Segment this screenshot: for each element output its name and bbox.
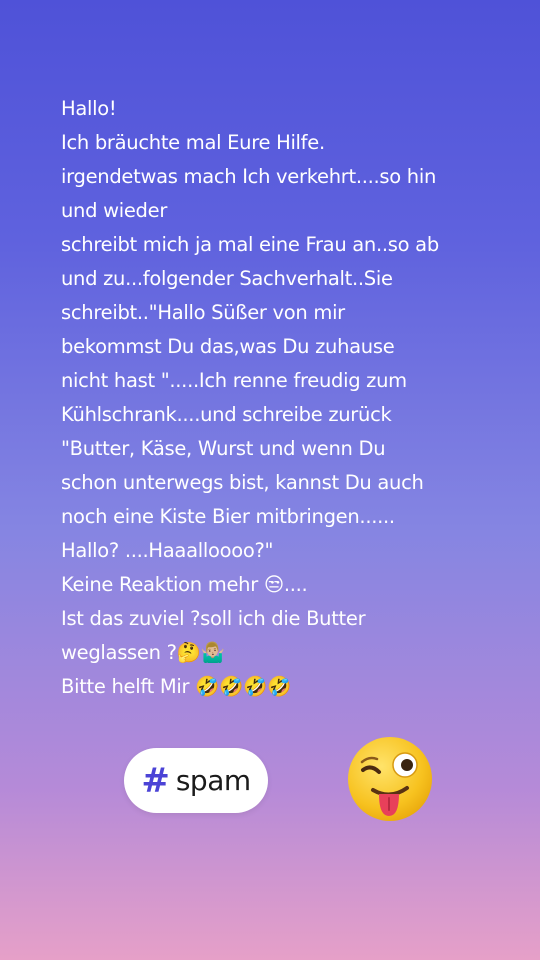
hashtag-icon: # — [141, 760, 170, 801]
story-line: Keine Reaktion mehr 😒.... — [61, 573, 308, 596]
story-line: und zu...folgender Sachverhalt..Sie — [61, 267, 393, 290]
story-line: nicht hast ".....Ich renne freudig zum — [61, 369, 407, 392]
story-line: Bitte helft Mir 🤣🤣🤣🤣 — [61, 675, 291, 698]
story-line: schon unterwegs bist, kannst Du auch — [61, 471, 424, 494]
hashtag-label: spam — [175, 764, 251, 797]
story-line: irgendetwas mach Ich verkehrt....so hin — [61, 165, 437, 188]
story-line: Ist das zuviel ?soll ich die Butter — [61, 607, 366, 630]
story-line: weglassen ?🤔🤷🏼‍♂️ — [61, 641, 225, 664]
story-line: Hallo! — [61, 97, 117, 120]
story-line: Hallo? ....Haaalloooo?" — [61, 539, 274, 562]
story-line: schreibt.."Hallo Süßer von mir — [61, 301, 345, 324]
story-line: Ich bräuchte mal Eure Hilfe. — [61, 131, 325, 154]
story-line: und wieder — [61, 199, 168, 222]
story-line: bekommst Du das,was Du zuhause — [61, 335, 395, 358]
winking-face-with-tongue-icon[interactable] — [345, 734, 435, 824]
story-text: Hallo! Ich bräuchte mal Eure Hilfe. irge… — [61, 92, 481, 704]
wink-emoji-graphic — [348, 737, 432, 821]
hashtag-sticker[interactable]: # spam — [124, 748, 268, 813]
story-line: "Butter, Käse, Wurst und wenn Du — [61, 437, 386, 460]
story-line: Kühlschrank....und schreibe zurück — [61, 403, 392, 426]
story-line: noch eine Kiste Bier mitbringen...... — [61, 505, 395, 528]
story-line: schreibt mich ja mal eine Frau an..so ab — [61, 233, 439, 256]
